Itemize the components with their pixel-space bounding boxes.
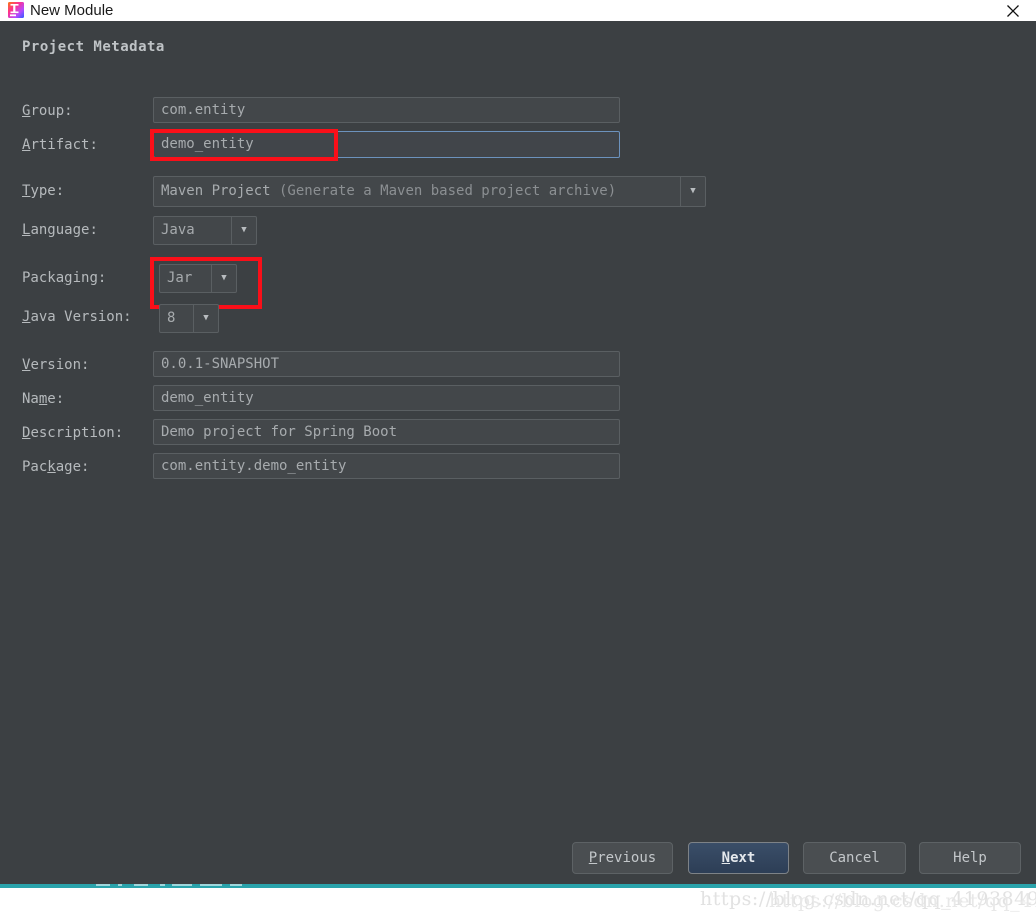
artifact-input[interactable]: demo_entity xyxy=(153,131,620,158)
language-combobox[interactable]: Java ▼ xyxy=(153,216,257,245)
packaging-combobox[interactable]: Jar ▼ xyxy=(159,264,237,293)
java-version-combobox-value: 8 xyxy=(167,310,176,326)
version-input[interactable]: 0.0.1-SNAPSHOT xyxy=(153,351,620,377)
packaging-combobox-value: Jar xyxy=(167,270,193,286)
titlebar: New Module xyxy=(0,0,1036,21)
next-button-label: Next xyxy=(721,850,756,866)
label-description: Description: xyxy=(22,425,124,441)
intellij-idea-icon xyxy=(8,2,24,18)
previous-button[interactable]: Previous xyxy=(572,842,673,874)
description-input[interactable]: Demo project for Spring Boot xyxy=(153,419,620,445)
help-button-label: Help xyxy=(953,850,987,866)
close-icon[interactable] xyxy=(990,0,1036,21)
package-input[interactable]: com.entity.demo_entity xyxy=(153,453,620,479)
dialog-body: Project Metadata Group: com.entity Artif… xyxy=(0,21,1036,884)
label-group: Group: xyxy=(22,103,73,119)
help-button[interactable]: Help xyxy=(919,842,1021,874)
label-packaging: Packaging: xyxy=(22,270,107,286)
type-combobox-value: Maven Project (Generate a Maven based pr… xyxy=(161,183,617,199)
label-version: Version: xyxy=(22,357,90,373)
language-combobox-value: Java xyxy=(161,222,195,238)
chevron-down-icon[interactable]: ▼ xyxy=(211,265,236,292)
type-combobox[interactable]: Maven Project (Generate a Maven based pr… xyxy=(153,176,706,207)
cancel-button-label: Cancel xyxy=(829,850,880,866)
chevron-down-icon[interactable]: ▼ xyxy=(231,217,256,244)
page-title: Project Metadata xyxy=(22,39,165,55)
chevron-down-icon[interactable]: ▼ xyxy=(680,177,705,206)
group-input[interactable]: com.entity xyxy=(153,97,620,123)
window-title: New Module xyxy=(30,2,114,19)
label-java-version: Java Version: xyxy=(22,309,132,325)
watermark-secondary: https://blog.csdn.net/qq_41938492 xyxy=(769,890,1036,912)
cancel-button[interactable]: Cancel xyxy=(803,842,906,874)
label-artifact: Artifact: xyxy=(22,137,98,153)
chevron-down-icon[interactable]: ▼ xyxy=(193,305,218,332)
label-language: Language: xyxy=(22,222,98,238)
java-version-combobox[interactable]: 8 ▼ xyxy=(159,304,219,333)
new-module-dialog-window: New Module Project Metadata Group: com.e… xyxy=(0,0,1036,919)
next-button[interactable]: Next xyxy=(688,842,789,874)
label-name: Name: xyxy=(22,391,65,407)
name-input[interactable]: demo_entity xyxy=(153,385,620,411)
label-package: Package: xyxy=(22,459,90,475)
previous-button-label: Previous xyxy=(588,850,657,866)
label-type: Type: xyxy=(22,183,65,199)
